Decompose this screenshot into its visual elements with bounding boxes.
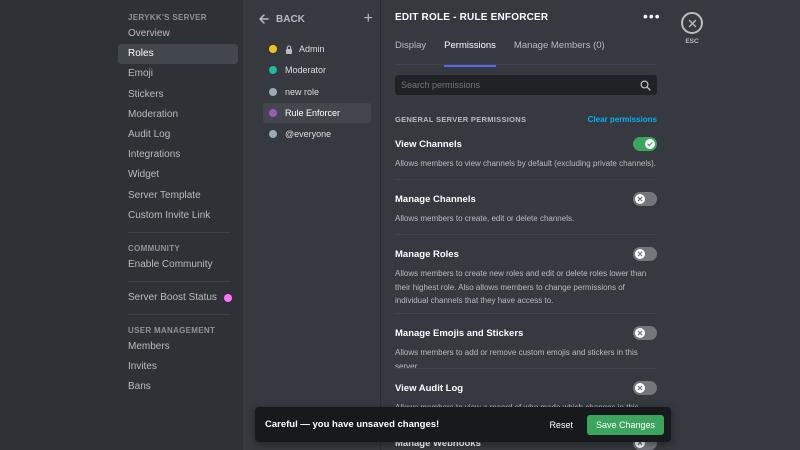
tabs-divider [395, 64, 657, 65]
sidebar-item-enable-community[interactable]: Enable Community [118, 255, 238, 275]
unsaved-message: Careful — you have unsaved changes! [265, 419, 440, 430]
x-icon [637, 330, 643, 336]
permission-toggle[interactable] [633, 326, 657, 340]
more-icon[interactable]: ••• [643, 8, 661, 24]
sidebar-item-widget[interactable]: Widget [118, 165, 238, 185]
role-name: Admin [299, 44, 325, 54]
permission-divider [395, 234, 657, 235]
search-icon [640, 79, 651, 91]
role-color-dot [269, 45, 277, 53]
sidebar-item-label: Server Boost Status [128, 291, 217, 303]
permission-name: Manage Emojis and Stickers [395, 327, 524, 339]
sidebar-item-audit-log[interactable]: Audit Log [118, 125, 238, 145]
close-button[interactable] [681, 12, 703, 34]
tab-manage-members[interactable]: Manage Members (0) [514, 38, 605, 64]
user-management-heading: USER MANAGEMENT [128, 325, 216, 335]
permission-toggle[interactable] [633, 381, 657, 395]
esc-close: ESC [681, 12, 703, 45]
toggle-knob [635, 328, 645, 338]
permission-description: Allows members to create, edit or delete… [395, 214, 575, 223]
permission-manage-roles: Manage Roles Allows members to create ne… [395, 247, 657, 308]
permission-manage-emojis-and-stickers: Manage Emojis and Stickers Allows member… [395, 326, 657, 373]
role-name: Moderator [285, 65, 327, 76]
server-heading: JERYKK'S SERVER [128, 13, 207, 22]
sidebar-item-custom-invite-link[interactable]: Custom Invite Link [118, 206, 238, 226]
sidebar-item-stickers[interactable]: Stickers [118, 85, 238, 105]
role-color-dot [269, 130, 277, 139]
permission-toggle[interactable] [633, 192, 657, 206]
toggle-knob [635, 249, 645, 259]
lock-icon [286, 45, 292, 54]
role-item-admin[interactable]: Admin [263, 39, 371, 59]
search-input[interactable] [401, 80, 640, 90]
clear-permissions-link[interactable]: Clear permissions [588, 115, 657, 124]
sidebar-item-server-boost-status[interactable]: Server Boost Status [118, 288, 238, 308]
section-title: GENERAL SERVER PERMISSIONS [395, 115, 527, 124]
permission-name: View Audit Log [395, 382, 464, 394]
sidebar-item-invites[interactable]: Invites [118, 357, 238, 377]
toggle-knob [645, 139, 655, 149]
arrow-left-icon [259, 14, 269, 24]
role-color-dot [269, 87, 277, 96]
toggle-knob [635, 194, 645, 204]
close-icon [688, 19, 696, 27]
settings-sidebar: JERYKK'S SERVER Overview Roles Emoji Sti… [118, 8, 238, 397]
permission-manage-channels: Manage Channels Allows members to create… [395, 192, 657, 226]
tab-permissions[interactable]: Permissions [444, 38, 496, 67]
community-heading: COMMUNITY [128, 243, 181, 253]
role-item-new-role[interactable]: new role [263, 82, 371, 102]
back-label: BACK [276, 13, 305, 25]
sidebar-item-server-template[interactable]: Server Template [118, 186, 238, 206]
sidebar-item-members[interactable]: Members [118, 337, 238, 357]
role-color-dot [269, 108, 277, 117]
role-color-dot [269, 66, 277, 75]
permission-description: Allows members to view channels by defau… [395, 159, 657, 168]
role-name: new role [285, 86, 320, 97]
roles-header: BACK + [258, 10, 373, 28]
role-name: Rule Enforcer [285, 107, 341, 118]
sidebar-divider [128, 313, 230, 315]
sidebar-item-integrations[interactable]: Integrations [118, 145, 238, 165]
page-title: EDIT ROLE - RULE ENFORCER [395, 12, 549, 23]
permission-name: View Channels [395, 138, 462, 150]
sidebar-item-overview[interactable]: Overview [118, 24, 238, 44]
permission-name: Manage Channels [395, 193, 476, 205]
tab-display[interactable]: Display [395, 38, 426, 64]
sidebar-divider [128, 280, 230, 282]
permission-divider [395, 368, 657, 369]
sidebar-item-roles[interactable]: Roles [118, 44, 238, 65]
role-item-moderator[interactable]: Moderator [263, 60, 371, 80]
toggle-knob [635, 383, 645, 393]
sidebar-item-moderation[interactable]: Moderation [118, 105, 238, 125]
x-icon [637, 251, 643, 257]
role-name: @everyone [285, 129, 332, 140]
save-changes-button[interactable]: Save Changes [586, 414, 664, 435]
permission-section-header: GENERAL SERVER PERMISSIONS Clear permiss… [395, 115, 657, 124]
unsaved-changes-bar: Careful — you have unsaved changes! Rese… [255, 407, 671, 442]
plus-icon[interactable]: + [364, 11, 373, 27]
reset-button[interactable]: Reset [549, 420, 573, 430]
permission-toggle[interactable] [633, 137, 657, 151]
x-icon [637, 385, 643, 391]
permission-name: Manage Roles [395, 248, 459, 260]
permission-description: Allows members to create new roles and e… [395, 269, 647, 305]
permission-toggle[interactable] [633, 247, 657, 261]
role-tabs: Display Permissions Manage Members (0) [395, 38, 605, 67]
search-permissions-bar [395, 75, 657, 95]
permission-view-channels: View Channels Allows members to view cha… [395, 137, 657, 171]
x-icon [637, 196, 643, 202]
check-icon [647, 142, 653, 147]
roles-list: Admin Moderator new role Rule Enforcer @… [263, 39, 371, 145]
esc-label: ESC [685, 38, 699, 45]
role-item-rule-enforcer[interactable]: Rule Enforcer [263, 102, 371, 123]
role-item-everyone[interactable]: @everyone [263, 124, 371, 144]
back-button[interactable]: BACK [258, 13, 305, 25]
permission-divider [395, 179, 657, 180]
boost-gem-icon [224, 293, 232, 302]
sidebar-item-emoji[interactable]: Emoji [118, 64, 238, 84]
permission-divider [395, 313, 657, 314]
sidebar-item-bans[interactable]: Bans [118, 377, 238, 397]
sidebar-divider [128, 231, 230, 233]
